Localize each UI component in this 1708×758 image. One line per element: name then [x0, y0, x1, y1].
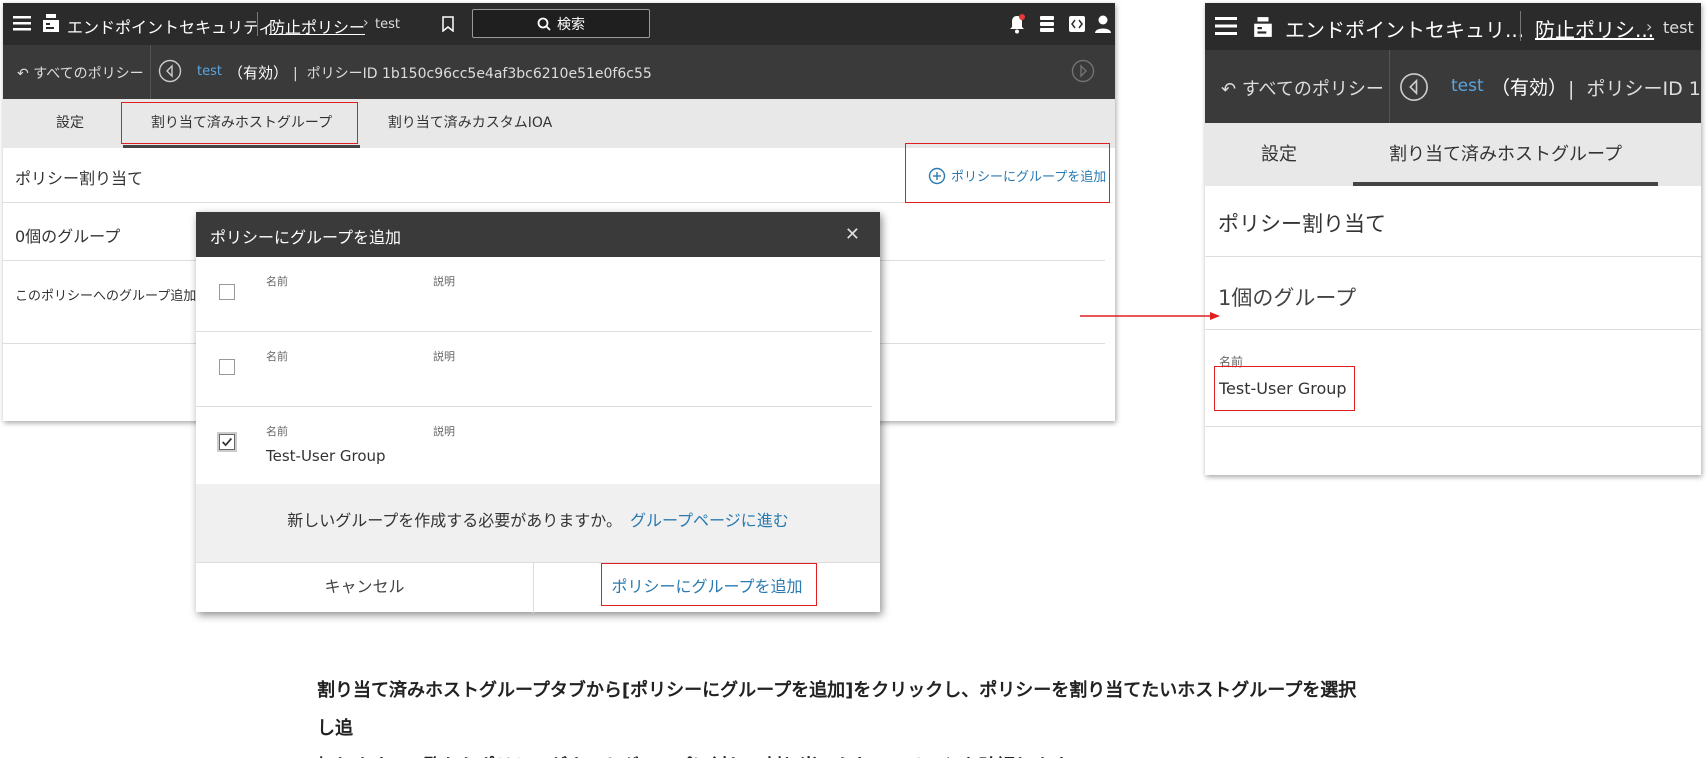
section-title: ポリシー割り当て	[1218, 212, 1386, 236]
instruction-caption: 割り当て済みホストグループタブから[ポリシーにグループを追加]をクリックし、ポリ…	[317, 672, 1367, 758]
prev-icon[interactable]	[158, 59, 182, 83]
search-label: 検索	[557, 16, 585, 33]
prev-icon[interactable]	[1399, 72, 1429, 102]
policy-id: | ポリシーID 1b	[1568, 74, 1701, 101]
arrow-icon	[1080, 312, 1220, 320]
policy-status: （有効）	[1491, 77, 1568, 99]
breadcrumb-link[interactable]: 防止ポリシ...	[1535, 14, 1654, 43]
next-icon[interactable]	[1071, 59, 1095, 83]
breadcrumb-current: test	[1663, 18, 1694, 37]
group-row[interactable]: 名前 説明 Test-User Group	[196, 407, 872, 482]
code-icon[interactable]	[1067, 13, 1087, 35]
back-to-all-policies[interactable]: ↶ すべてのポリシー	[17, 63, 144, 83]
policy-id-text: ポリシーID 1b150c96cc5e4af3bc6210e51e0f6c55	[306, 66, 652, 82]
close-icon[interactable]: ✕	[845, 224, 860, 245]
menu-icon[interactable]	[13, 14, 31, 32]
breadcrumb-chevron-icon: ›	[1646, 17, 1653, 36]
checkbox-icon[interactable]	[219, 359, 235, 375]
app-icon	[1254, 17, 1272, 37]
user-icon[interactable]	[1093, 13, 1113, 35]
policy-bar: ↶ すべてのポリシー test （有効） | ポリシーID 1b	[1205, 50, 1701, 123]
breadcrumb-chevron-icon: ›	[363, 15, 369, 31]
back-to-all-policies[interactable]: ↶ すべてのポリシー	[1221, 75, 1384, 101]
breadcrumb-current: test	[375, 17, 400, 32]
column-desc-label: 説明	[433, 425, 455, 438]
app-title: エンドポイントセキュリ...	[1285, 18, 1525, 42]
group-count: 0個のグループ	[15, 227, 121, 246]
section-title: ポリシー割り当て	[15, 169, 144, 188]
column-name-label: 名前	[266, 350, 288, 363]
policy-name: test	[197, 64, 222, 79]
bookmark-icon[interactable]	[441, 16, 455, 32]
title-separator	[257, 12, 258, 36]
tab-assigned-host-groups[interactable]: 割り当て済みホストグループ	[1353, 123, 1658, 186]
policy-name: test	[1451, 76, 1484, 96]
policy-bar-separator	[150, 45, 151, 99]
divider	[1205, 329, 1701, 330]
checkbox-icon[interactable]	[219, 434, 235, 450]
create-group-prompt: 新しいグループを作成する必要がありますか。 グループページに進む	[196, 484, 880, 562]
tab-settings[interactable]: 設定	[15, 99, 125, 148]
app-title: エンドポイントセキュリティ	[67, 18, 275, 37]
layers-icon[interactable]	[1037, 13, 1057, 35]
tab-assigned-custom-ioa[interactable]: 割り当て済みカスタムIOA	[375, 99, 565, 148]
modal-title: ポリシーにグループを追加	[210, 228, 402, 247]
back-label: すべてのポリシー	[33, 66, 144, 82]
modal-header: ポリシーにグループを追加 ✕	[196, 212, 880, 257]
caption-line-1: 割り当て済みホストグループタブから[ポリシーにグループを追加]をクリックし、ポリ…	[317, 680, 1357, 739]
divider	[1205, 256, 1701, 257]
search-input[interactable]: 検索	[472, 9, 650, 38]
menu-icon[interactable]	[1215, 15, 1237, 37]
caption-line-2: 加します。一覧からポリシーがホストグループに対して割り当てられていることを確認し…	[317, 748, 1367, 758]
policy-bar-separator	[1389, 50, 1390, 123]
tab-settings[interactable]: 設定	[1205, 123, 1353, 186]
group-count: 1個のグループ	[1218, 286, 1357, 310]
bell-icon[interactable]	[1007, 13, 1027, 35]
top-bar: エンドポイントセキュリティ 防止ポリシー › test 検索	[3, 3, 1115, 45]
policy-status: （有効）	[228, 64, 289, 82]
checkbox-icon[interactable]	[219, 284, 235, 300]
policy-id: | ポリシーID 1b150c96cc5e4af3bc6210e51e0f6c5…	[293, 66, 652, 82]
column-desc-label: 説明	[433, 350, 455, 363]
group-row[interactable]: 名前 説明	[196, 257, 872, 332]
column-name-label: 名前	[266, 425, 288, 438]
highlight-assigned-group	[1214, 366, 1355, 411]
app-icon	[43, 14, 59, 32]
group-page-link[interactable]: グループページに進む	[630, 511, 789, 530]
back-label: すべてのポリシー	[1241, 79, 1384, 100]
highlight-tab	[121, 102, 358, 144]
policy-bar: ↶ すべてのポリシー test （有効） | ポリシーID 1b150c96cc…	[3, 45, 1115, 99]
prompt-text: 新しいグループを作成する必要がありますか。	[287, 511, 622, 530]
search-icon	[537, 17, 551, 31]
title-separator	[1520, 11, 1521, 41]
divider	[1205, 426, 1701, 427]
empty-message: このポリシーへのグループ追加か	[15, 289, 210, 304]
checkmark-icon	[222, 437, 233, 447]
policy-id-text: ポリシーID 1b	[1586, 78, 1701, 100]
top-bar: エンドポイントセキュリ... 防止ポリシ... › test	[1205, 3, 1701, 50]
add-group-modal: ポリシーにグループを追加 ✕ 名前 説明 名前 説明 名前 説明 Test-Us…	[196, 212, 880, 613]
group-row[interactable]: 名前 説明	[196, 332, 872, 407]
column-name-label: 名前	[266, 275, 288, 288]
cancel-button[interactable]: キャンセル	[196, 563, 534, 613]
column-desc-label: 説明	[433, 275, 455, 288]
tab-bar: 設定 割り当て済みホストグループ	[1205, 123, 1701, 186]
group-name: Test-User Group	[266, 447, 386, 465]
highlight-confirm-button	[601, 563, 817, 606]
breadcrumb-link[interactable]: 防止ポリシー	[269, 14, 365, 38]
highlight-add-button	[905, 143, 1110, 203]
